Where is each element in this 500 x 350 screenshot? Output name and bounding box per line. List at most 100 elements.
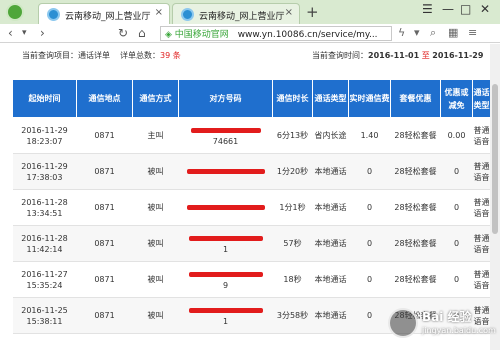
tab-bar: 云南移动_网上营业厅 × 云南移动_网上营业厅 × + ☰ — □ ✕ [0, 0, 500, 24]
cell-discount: 0 [440, 153, 473, 190]
redaction-mark [188, 307, 263, 313]
cell-discount: 0.00 [440, 117, 473, 154]
cell-number: 9 [178, 261, 273, 298]
redaction-mark [186, 169, 265, 174]
query-time: 当前查询时间：2016-11-01 至 2016-11-29 [312, 50, 483, 61]
watermark-url: jingyan.baidu.com [422, 326, 496, 335]
query-total-label: 详单总数： [120, 51, 160, 60]
navigation-bar: ‹ ▾ › ↻ ⌂ ◈ 中国移动官网 www.yn.10086.cn/servi… [0, 24, 500, 43]
table-row: 2016-11-28 11:42:14 0871 被叫 1 57秒 本地通话 0… [12, 225, 491, 262]
lightning-icon[interactable]: ϟ [398, 26, 405, 39]
query-total-value: 39 [160, 51, 171, 60]
secure-shield-icon: ◈ [165, 30, 172, 40]
redaction-mark [190, 127, 261, 133]
col-header-number: 对方号码 [178, 79, 273, 118]
cell-fee: 0 [348, 153, 391, 190]
query-project: 当前查询项目：通话详单 [22, 50, 110, 61]
query-time-label: 当前查询时间： [312, 51, 368, 60]
back-button[interactable]: ‹ [8, 26, 13, 40]
tab-title: 云南移动_网上营业厅 [65, 12, 151, 22]
cell-place: 0871 [76, 117, 133, 154]
maximize-button[interactable]: □ [460, 2, 471, 16]
tab-inactive[interactable]: 云南移动_网上营业厅 × [172, 3, 300, 24]
cell-mode: 被叫 [132, 261, 179, 298]
cell-call-type: 本地通话 [312, 297, 349, 334]
col-header-start-time: 起始时间 [12, 79, 77, 118]
query-end-date: 2016-11-29 [432, 51, 484, 60]
query-start-date: 2016-11-01 [368, 51, 420, 60]
cell-fee: 0 [348, 297, 391, 334]
col-header-call-type: 通话类型 [312, 79, 349, 118]
cell-place: 0871 [76, 297, 133, 334]
cell-fee: 0 [348, 225, 391, 262]
cell-type: 普通语音 [472, 189, 491, 226]
cell-place: 0871 [76, 261, 133, 298]
cell-duration: 6分13秒 [272, 117, 313, 154]
cell-call-type: 本地通话 [312, 225, 349, 262]
scrollbar-thumb[interactable] [492, 84, 498, 234]
cell-type: 普通语音 [472, 225, 491, 262]
back-history-icon[interactable]: ▾ [22, 28, 27, 38]
cell-fee: 1.40 [348, 117, 391, 154]
cell-mode: 被叫 [132, 225, 179, 262]
forward-button[interactable]: › [40, 26, 45, 40]
home-button[interactable]: ⌂ [138, 26, 146, 40]
cell-number-tail: 1 [222, 244, 229, 254]
cell-number: 1 [178, 225, 273, 262]
cell-package: 28轻松套餐 [390, 117, 441, 154]
search-icon[interactable]: ⌕ [430, 26, 436, 40]
new-tab-button[interactable]: + [306, 3, 319, 21]
col-header-duration: 通信时长 [272, 79, 313, 118]
apps-icon[interactable]: ▦ [448, 26, 458, 39]
query-project-value: 通话详单 [78, 51, 110, 60]
cell-number-tail: 1 [222, 316, 229, 326]
col-header-type: 通话类型 [472, 79, 491, 118]
cell-duration: 57秒 [272, 225, 313, 262]
cell-duration: 1分20秒 [272, 153, 313, 190]
cell-place: 0871 [76, 225, 133, 262]
redaction-mark [188, 271, 263, 277]
col-header-fee: 实时通信费 [348, 79, 391, 118]
table-row: 2016-11-29 17:38:03 0871 被叫 1分20秒 本地通话 0… [12, 153, 491, 190]
cell-call-type: 本地通话 [312, 153, 349, 190]
redaction-mark [188, 235, 263, 241]
table-row: 2016-11-28 13:34:51 0871 被叫 1分1秒 本地通话 0 … [12, 189, 491, 226]
reload-button[interactable]: ↻ [118, 26, 128, 40]
cell-number: 74661 [178, 117, 273, 154]
dropdown-icon[interactable]: ▾ [414, 26, 420, 39]
menu-icon[interactable]: ☰ [422, 2, 433, 16]
cell-fee: 0 [348, 189, 391, 226]
col-header-package: 套餐优惠 [390, 79, 441, 118]
cell-duration: 1分1秒 [272, 189, 313, 226]
redaction-mark [186, 205, 265, 210]
cell-mode: 被叫 [132, 297, 179, 334]
cell-call-type: 本地通话 [312, 189, 349, 226]
tab-close-icon[interactable]: × [155, 7, 163, 18]
tab-active[interactable]: 云南移动_网上营业厅 × [38, 3, 170, 24]
tab-close-icon[interactable]: × [285, 7, 293, 18]
baidu-paw-icon [388, 308, 418, 338]
cell-number-tail: 74661 [212, 136, 239, 146]
cell-type: 普通语音 [472, 153, 491, 190]
address-bar[interactable]: ◈ 中国移动官网 www.yn.10086.cn/service/my... [160, 26, 392, 41]
cell-start-time: 2016-11-29 17:38:03 [12, 153, 77, 190]
cell-number-tail: 9 [222, 280, 229, 290]
col-header-place: 通信地点 [76, 79, 133, 118]
minimize-button[interactable]: — [442, 2, 454, 16]
query-total-unit: 条 [172, 51, 181, 60]
query-total: 详单总数：39 条 [120, 50, 181, 61]
cell-start-time: 2016-11-29 18:23:07 [12, 117, 77, 154]
cell-start-time: 2016-11-25 15:38:11 [12, 297, 77, 334]
col-header-mode: 通信方式 [132, 79, 179, 118]
watermark-title: Bai 经验 [422, 310, 472, 324]
more-icon[interactable]: ≡ [468, 26, 477, 39]
cell-call-type: 省内长途 [312, 117, 349, 154]
china-mobile-favicon-icon [181, 8, 194, 21]
cell-call-type: 本地通话 [312, 261, 349, 298]
cell-number [178, 189, 273, 226]
browser-logo-icon[interactable] [6, 3, 24, 21]
cell-discount: 0 [440, 225, 473, 262]
cell-place: 0871 [76, 153, 133, 190]
close-window-button[interactable]: ✕ [480, 2, 490, 16]
cell-duration: 18秒 [272, 261, 313, 298]
